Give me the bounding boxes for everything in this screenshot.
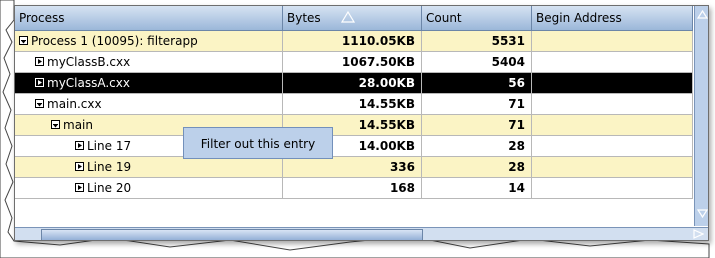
column-header-process[interactable]: Process xyxy=(15,6,283,30)
bytes-cell: 14.55KB xyxy=(283,94,422,114)
column-header-label: Process xyxy=(19,11,65,25)
row-name: main xyxy=(63,118,93,132)
begin-address-cell xyxy=(532,115,693,135)
count-cell: 14 xyxy=(422,178,532,198)
tree-expand-icon[interactable] xyxy=(35,57,44,66)
table-row[interactable]: Line 20 168 14 xyxy=(15,178,693,199)
table-row[interactable]: Line 19 336 28 xyxy=(15,157,693,178)
column-header-label: Begin Address xyxy=(536,11,622,25)
process-cell: myClassA.cxx xyxy=(15,73,283,93)
table-row[interactable]: myClassA.cxx 28.00KB 56 xyxy=(15,73,693,94)
horizontal-scroll-thumb[interactable] xyxy=(41,229,423,240)
bytes-cell: 28.00KB xyxy=(283,73,422,93)
process-cell: main.cxx xyxy=(15,94,283,114)
begin-address-cell xyxy=(532,94,693,114)
bytes-cell: 1110.05KB xyxy=(283,31,422,51)
begin-address-cell xyxy=(532,136,693,156)
process-table: Process Bytes Count Begin Address Proces… xyxy=(14,5,709,241)
sort-ascending-triangle-icon xyxy=(341,11,355,23)
table-row[interactable]: Line 17 14.00KB 28 xyxy=(15,136,693,157)
begin-address-cell xyxy=(532,178,693,198)
tooltip-filter-out-entry[interactable]: Filter out this entry xyxy=(183,127,333,159)
process-cell: Process 1 (10095): filterapp xyxy=(15,31,283,51)
process-cell: myClassB.cxx xyxy=(15,52,283,72)
tree-expand-icon[interactable] xyxy=(35,78,44,87)
begin-address-cell xyxy=(532,73,693,93)
row-name: Line 19 xyxy=(87,160,132,174)
begin-address-cell xyxy=(532,52,693,72)
tree-collapse-icon[interactable] xyxy=(19,36,28,45)
row-name: Process 1 (10095): filterapp xyxy=(31,34,198,48)
table-row[interactable]: main.cxx 14.55KB 71 xyxy=(15,94,693,115)
scroll-up-arrow-icon[interactable] xyxy=(697,10,708,19)
scroll-down-arrow-icon[interactable] xyxy=(697,209,708,218)
table-header: Process Bytes Count Begin Address xyxy=(15,6,693,31)
tree-collapse-icon[interactable] xyxy=(35,99,44,108)
tree-expand-icon[interactable] xyxy=(75,141,84,150)
count-cell: 71 xyxy=(422,115,532,135)
begin-address-cell xyxy=(532,157,693,177)
count-cell: 56 xyxy=(422,73,532,93)
table-row[interactable]: main 14.55KB 71 xyxy=(15,115,693,136)
tree-expand-icon[interactable] xyxy=(75,162,84,171)
horizontal-scrollbar[interactable] xyxy=(15,227,708,240)
tree-collapse-icon[interactable] xyxy=(51,120,60,129)
column-header-bytes[interactable]: Bytes xyxy=(283,6,422,30)
bytes-cell: 1067.50KB xyxy=(283,52,422,72)
begin-address-cell xyxy=(532,31,693,51)
process-cell: Line 19 xyxy=(15,157,283,177)
count-cell: 28 xyxy=(422,157,532,177)
bytes-cell: 168 xyxy=(283,178,422,198)
row-name: main.cxx xyxy=(47,97,102,111)
vertical-scrollbar[interactable] xyxy=(694,6,708,226)
count-cell: 28 xyxy=(422,136,532,156)
table-row[interactable]: myClassB.cxx 1067.50KB 5404 xyxy=(15,52,693,73)
column-header-label: Count xyxy=(426,11,462,25)
table-body: Process 1 (10095): filterapp 1110.05KB 553… xyxy=(15,31,693,199)
count-cell: 5404 xyxy=(422,52,532,72)
table-row[interactable]: Process 1 (10095): filterapp 1110.05KB 553… xyxy=(15,31,693,52)
column-header-count[interactable]: Count xyxy=(422,6,532,30)
scroll-right-arrow-icon[interactable] xyxy=(693,229,704,239)
count-cell: 5531 xyxy=(422,31,532,51)
row-name: Line 17 xyxy=(87,139,132,153)
column-header-begin-address[interactable]: Begin Address xyxy=(532,6,693,30)
count-cell: 71 xyxy=(422,94,532,114)
row-name: myClassA.cxx xyxy=(47,76,130,90)
process-cell: Line 20 xyxy=(15,178,283,198)
row-name: myClassB.cxx xyxy=(47,55,131,69)
bytes-cell: 336 xyxy=(283,157,422,177)
row-name: Line 20 xyxy=(87,181,132,195)
tree-expand-icon[interactable] xyxy=(75,183,84,192)
column-header-label: Bytes xyxy=(287,11,321,25)
